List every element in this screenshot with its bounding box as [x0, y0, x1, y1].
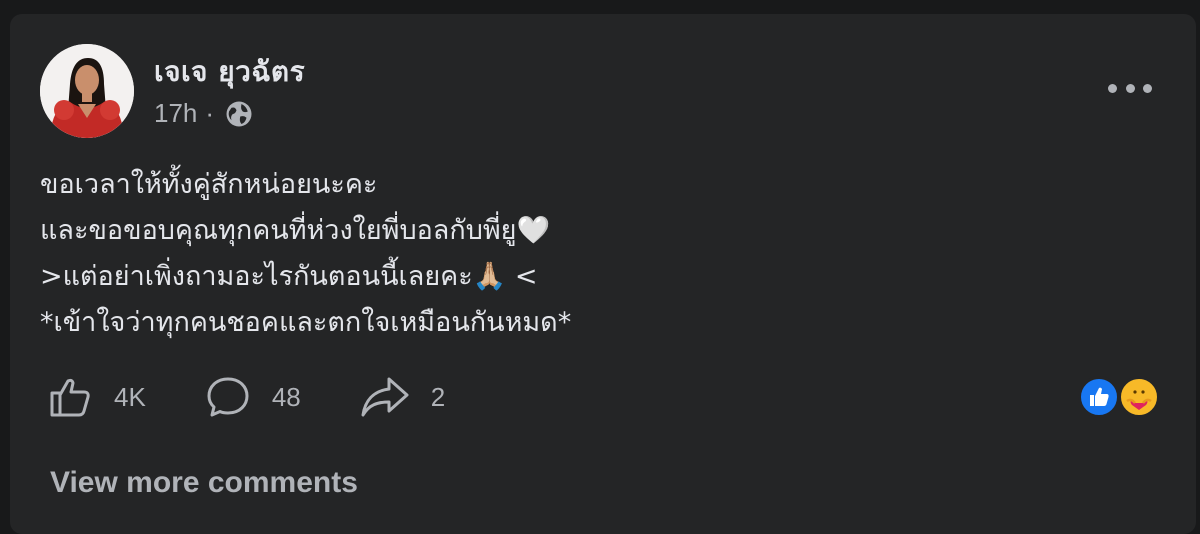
- more-dot: [1143, 83, 1152, 93]
- more-options-button[interactable]: [1108, 80, 1152, 96]
- like-count: 4K: [114, 381, 146, 412]
- post-timestamp[interactable]: 17h: [154, 98, 197, 129]
- meta-separator: ·: [205, 98, 215, 128]
- comment-count: 48: [271, 381, 301, 412]
- post-text-line: >แต่อย่าเพิ่งถามอะไรกันตอนนี้เลยคะ🙏🏼 <: [40, 261, 538, 292]
- globe-icon: [226, 101, 252, 126]
- share-button[interactable]: 2: [359, 373, 445, 421]
- reaction-summary[interactable]: [1078, 372, 1170, 422]
- post-text: ขอเวลาให้ทั้งคู่สักหน่อยนะคะ และขอขอบคุณ…: [40, 162, 571, 346]
- post-text-line: และขอขอบคุณทุกคนที่ห่วงใยพี่บอลกับพี่ยู🤍: [40, 215, 551, 246]
- post-card: เจเจ ยุวฉัตร 17h · ขอเวลาให้ทั้งคู่สักหน…: [10, 14, 1196, 534]
- author-name[interactable]: เจเจ ยุวฉัตร: [154, 50, 305, 94]
- share-arrow-icon: [361, 377, 409, 417]
- thumbs-up-icon: [1090, 387, 1109, 406]
- comment-button[interactable]: 48: [204, 373, 301, 421]
- like-button[interactable]: 4K: [46, 373, 146, 421]
- view-more-comments-link[interactable]: View more comments: [50, 466, 358, 500]
- share-count: 2: [430, 381, 446, 412]
- avatar[interactable]: [40, 44, 134, 138]
- profile-photo: [40, 44, 134, 138]
- more-dot: [1108, 83, 1117, 93]
- thumbs-up-icon: [50, 378, 90, 417]
- post-actions: 4K 48 2: [46, 372, 503, 422]
- care-emoji-icon: [1126, 383, 1152, 410]
- post-text-line: ขอเวลาให้ทั้งคู่สักหน่อยนะคะ: [40, 169, 378, 200]
- more-dot: [1125, 83, 1135, 93]
- post-text-line: *เข้าใจว่าทุกคนชอคและตกใจเหมือนกันหมด*: [40, 307, 572, 338]
- comment-bubble-icon: [207, 377, 249, 417]
- like-reaction-icon: [1078, 376, 1120, 418]
- post-meta: 17h ·: [154, 98, 254, 129]
- care-reaction-icon: [1118, 376, 1160, 418]
